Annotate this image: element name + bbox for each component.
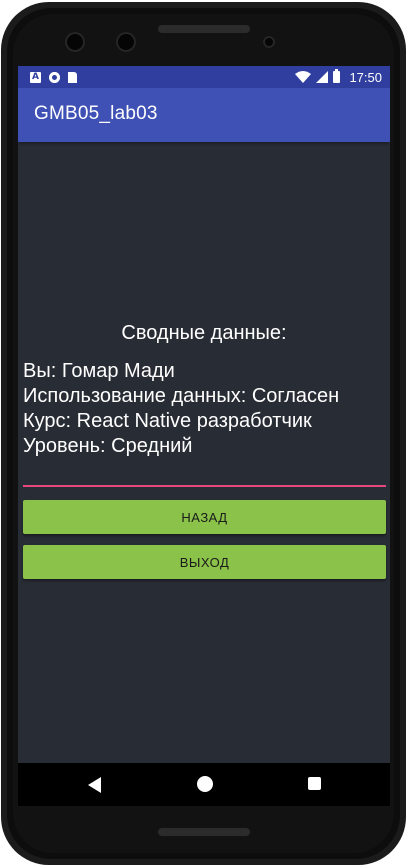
recents-icon[interactable] bbox=[308, 777, 321, 790]
app-screen: A 17:50 GMB05_lab03 Сводные данные: Вы: … bbox=[18, 66, 390, 806]
back-icon[interactable] bbox=[88, 777, 101, 793]
front-sensor bbox=[116, 32, 136, 52]
top-speaker-grille bbox=[158, 25, 250, 33]
summary-level-line: Уровень: Средний bbox=[23, 435, 193, 457]
a-notification-icon: A bbox=[30, 71, 41, 83]
status-bar-notifications: A bbox=[30, 70, 77, 84]
proximity-sensor bbox=[263, 36, 275, 48]
status-bar: A 17:50 bbox=[18, 66, 390, 88]
front-camera bbox=[65, 32, 85, 52]
back-button[interactable]: НАЗАД bbox=[23, 500, 386, 534]
sd-card-icon bbox=[68, 71, 77, 83]
summary-details: Вы: Гомар Мади Использование данных: Сог… bbox=[23, 359, 339, 459]
app-toolbar: GMB05_lab03 bbox=[18, 88, 390, 142]
summary-name-line: Вы: Гомар Мади bbox=[23, 360, 175, 382]
accent-divider bbox=[23, 485, 386, 487]
home-icon[interactable] bbox=[197, 776, 213, 792]
navigation-bar bbox=[18, 763, 390, 806]
summary-heading: Сводные данные: bbox=[121, 322, 287, 344]
app-title: GMB05_lab03 bbox=[34, 103, 158, 124]
summary-consent-line: Использование данных: Согласен bbox=[23, 385, 340, 407]
signal-icon bbox=[316, 71, 329, 83]
exit-button[interactable]: ВЫХОД bbox=[23, 545, 386, 579]
bottom-speaker-grille bbox=[158, 828, 250, 836]
battery-icon bbox=[333, 69, 341, 83]
summary-course-line: Курс: React Native разработчик bbox=[23, 410, 312, 432]
status-bar-system: 17:50 bbox=[295, 69, 382, 85]
wifi-icon bbox=[295, 71, 312, 83]
circle-notification-icon bbox=[49, 71, 60, 83]
status-time: 17:50 bbox=[349, 69, 382, 85]
